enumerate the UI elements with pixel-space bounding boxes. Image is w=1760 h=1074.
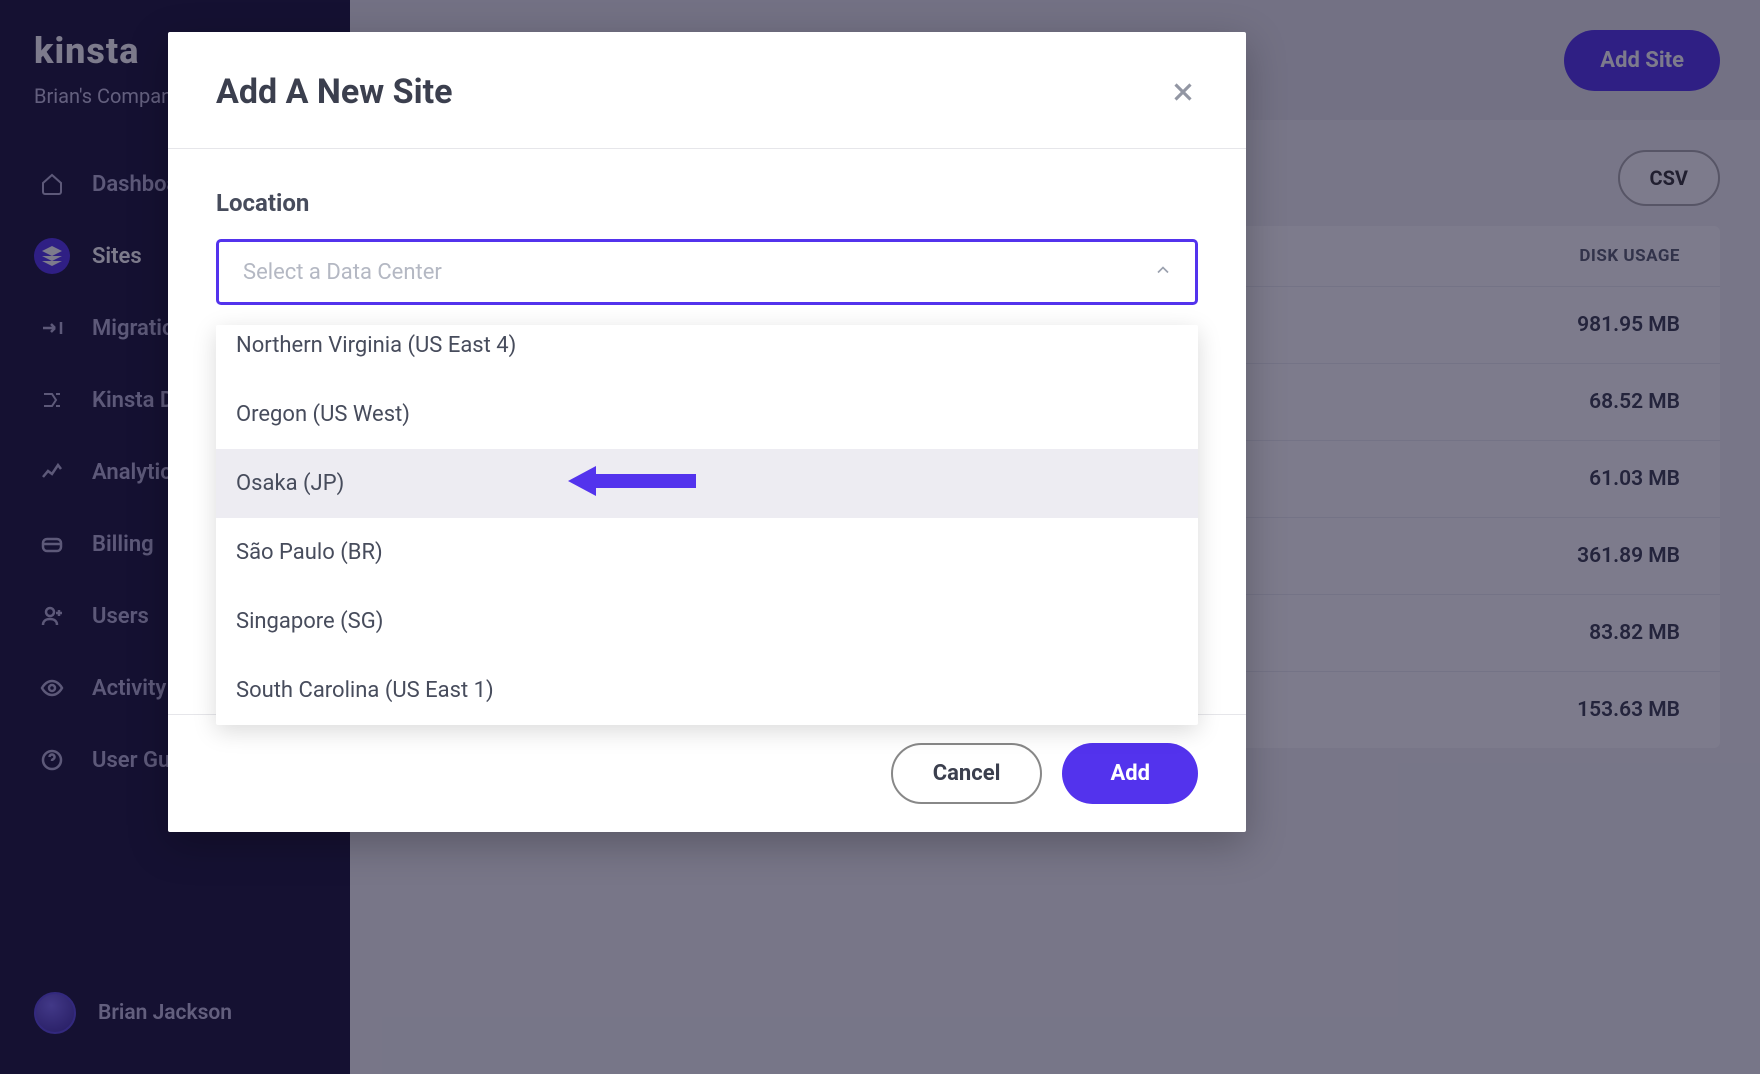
option-label: São Paulo (BR) xyxy=(236,540,383,565)
location-select[interactable]: Select a Data Center xyxy=(216,239,1198,305)
location-dropdown: Northern Virginia (US East 4) Oregon (US … xyxy=(216,325,1198,725)
option-label: Northern Virginia (US East 4) xyxy=(236,333,516,358)
location-option[interactable]: South Carolina (US East 1) xyxy=(216,656,1198,725)
option-label: Osaka (JP) xyxy=(236,471,344,496)
select-placeholder: Select a Data Center xyxy=(243,260,442,285)
close-button[interactable] xyxy=(1168,77,1198,107)
option-label: Singapore (SG) xyxy=(236,609,383,634)
location-option[interactable]: Singapore (SG) xyxy=(216,587,1198,656)
location-option[interactable]: Osaka (JP) xyxy=(216,449,1198,518)
cancel-button[interactable]: Cancel xyxy=(891,743,1043,804)
modal-title: Add A New Site xyxy=(216,72,452,112)
modal-footer: Cancel Add xyxy=(168,714,1246,832)
location-option[interactable]: Northern Virginia (US East 4) xyxy=(216,325,1198,380)
modal-body: Location Select a Data Center Northern V… xyxy=(168,149,1246,714)
add-site-modal: Add A New Site Location Select a Data Ce… xyxy=(168,32,1246,832)
option-label: South Carolina (US East 1) xyxy=(236,678,494,703)
add-button[interactable]: Add xyxy=(1062,743,1198,804)
location-option[interactable]: São Paulo (BR) xyxy=(216,518,1198,587)
option-label: Oregon (US West) xyxy=(236,402,410,427)
modal-header: Add A New Site xyxy=(168,32,1246,149)
location-label: Location xyxy=(216,189,1198,217)
annotation-arrow-icon xyxy=(566,464,696,504)
chevron-up-icon xyxy=(1153,260,1173,284)
location-option[interactable]: Oregon (US West) xyxy=(216,380,1198,449)
dropdown-list[interactable]: Northern Virginia (US East 4) Oregon (US … xyxy=(216,325,1198,725)
close-icon xyxy=(1168,77,1198,107)
